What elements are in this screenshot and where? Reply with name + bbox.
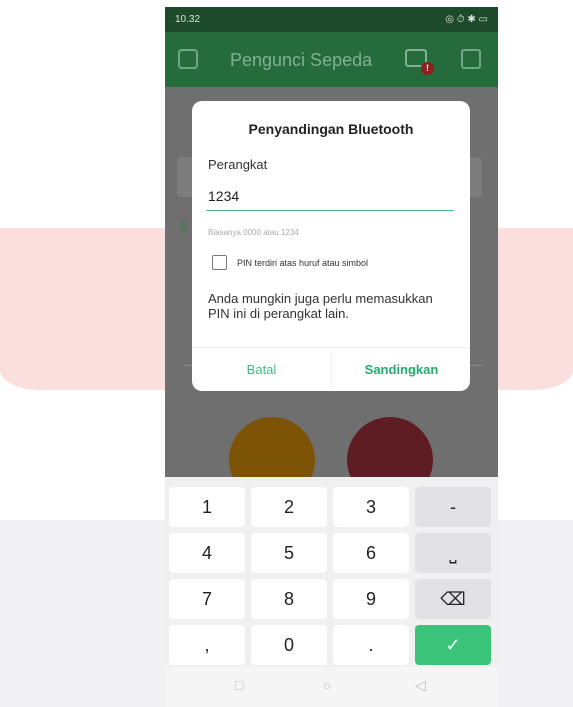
alert-badge: ! (421, 62, 434, 75)
drawer-icon[interactable] (178, 49, 198, 69)
key-minus[interactable]: - (415, 487, 491, 527)
key-3[interactable]: 3 (333, 487, 409, 527)
phone-screen: 10.32 ◎ ⏱ ✱ ▭ Pengunci Sepeda ! S Penyan… (165, 7, 498, 707)
key-5[interactable]: 5 (251, 533, 327, 573)
key-4[interactable]: 4 (169, 533, 245, 573)
key-0[interactable]: 0 (251, 625, 327, 665)
status-time: 10.32 (175, 14, 201, 25)
dialog-title: Penyandingan Bluetooth (248, 121, 414, 137)
pin-input[interactable] (206, 181, 454, 211)
key-period[interactable]: . (333, 625, 409, 665)
key-6[interactable]: 6 (333, 533, 409, 573)
key-1[interactable]: 1 (169, 487, 245, 527)
key-backspace[interactable]: ⌫ (415, 579, 491, 619)
device-label: Perangkat (208, 157, 268, 172)
dialog-note: Anda mungkin juga perlu memasukkan PIN i… (208, 291, 433, 321)
app-bar: Pengunci Sepeda ! (165, 32, 498, 87)
numeric-keyboard: 1 2 3 - 4 5 6 ⎵ 7 8 9 ⌫ , 0 . ✓ (165, 477, 498, 667)
recent-apps-button[interactable]: □ (235, 677, 243, 693)
background-label: S (179, 219, 189, 235)
key-9[interactable]: 9 (333, 579, 409, 619)
back-button[interactable]: ◁ (415, 677, 426, 694)
pin-type-checkbox[interactable] (212, 255, 227, 270)
menu-icon[interactable] (461, 49, 481, 69)
key-done[interactable]: ✓ (415, 625, 491, 665)
pin-hint: Biasanya 0000 atau 1234 (208, 228, 299, 237)
status-bar: 10.32 ◎ ⏱ ✱ ▭ (165, 7, 498, 32)
pin-type-option[interactable]: PIN terdiri atas huruf atau simbol (212, 255, 368, 270)
app-title: Pengunci Sepeda (230, 50, 373, 70)
dialog-divider (192, 347, 470, 348)
key-space[interactable]: ⎵ (415, 533, 491, 573)
status-icons: ◎ ⏱ ✱ ▭ (445, 14, 488, 25)
system-nav-bar: □ ○ ◁ (165, 667, 498, 707)
home-button[interactable]: ○ (323, 677, 331, 693)
key-7[interactable]: 7 (169, 579, 245, 619)
pair-button[interactable]: Sandingkan (332, 351, 470, 387)
key-2[interactable]: 2 (251, 487, 327, 527)
key-8[interactable]: 8 (251, 579, 327, 619)
key-comma[interactable]: , (169, 625, 245, 665)
bluetooth-pairing-dialog: Penyandingan Bluetooth Perangkat Biasany… (192, 101, 470, 391)
cancel-button[interactable]: Batal (192, 351, 331, 387)
pin-type-checkbox-label: PIN terdiri atas huruf atau simbol (237, 257, 369, 268)
